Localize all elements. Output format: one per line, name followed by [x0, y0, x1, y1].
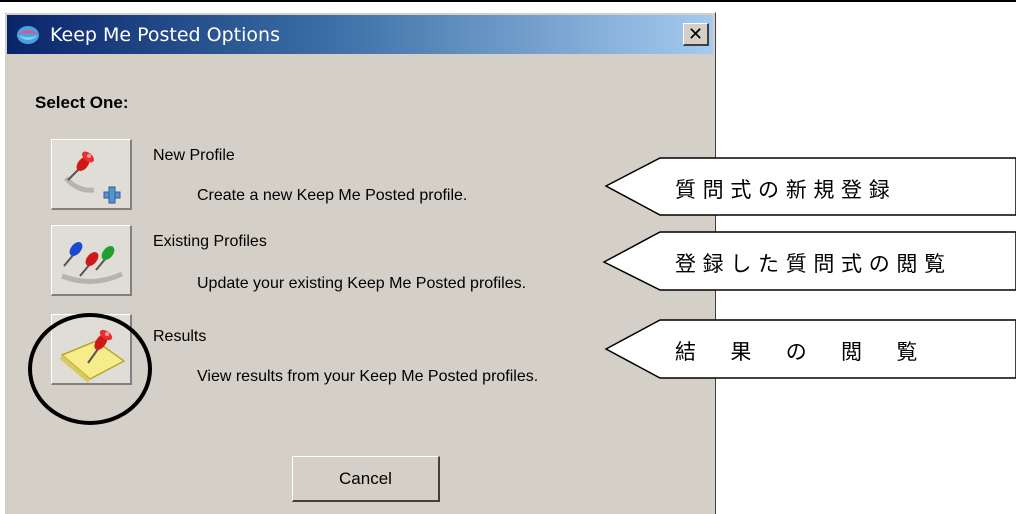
new-profile-button[interactable] — [51, 139, 132, 210]
existing-profiles-description: Update your existing Keep Me Posted prof… — [197, 275, 527, 292]
callout-new-registration: 質 問 式 の 新 規 登 録 — [675, 178, 890, 202]
existing-profiles-title: Existing Profiles — [153, 233, 267, 250]
keep-me-posted-dialog: Keep Me Posted Options ✕ Select One: New… — [4, 12, 716, 514]
app-logo-icon — [17, 25, 39, 44]
existing-profiles-button[interactable] — [51, 225, 132, 296]
new-profile-description: Create a new Keep Me Posted profile. — [197, 187, 468, 204]
cancel-button[interactable]: Cancel — [292, 456, 440, 502]
title-bar[interactable]: Keep Me Posted Options ✕ — [7, 15, 713, 54]
select-one-label: Select One: — [35, 93, 129, 112]
pushpin-plus-icon — [64, 151, 121, 204]
callout-view-registered: 登 録 し た 質 問 式 の 閲 覧 — [675, 252, 946, 276]
multiple-pushpins-icon — [61, 242, 124, 284]
highlight-circle — [28, 313, 152, 425]
results-description: View results from your Keep Me Posted pr… — [197, 368, 539, 385]
callout-view-results: 結 果 の 閲 覧 — [675, 340, 918, 364]
results-title: Results — [153, 328, 207, 345]
new-profile-title: New Profile — [153, 147, 235, 164]
close-button[interactable]: ✕ — [683, 23, 709, 46]
top-rule — [0, 0, 1016, 2]
window-title: Keep Me Posted Options — [50, 23, 280, 46]
